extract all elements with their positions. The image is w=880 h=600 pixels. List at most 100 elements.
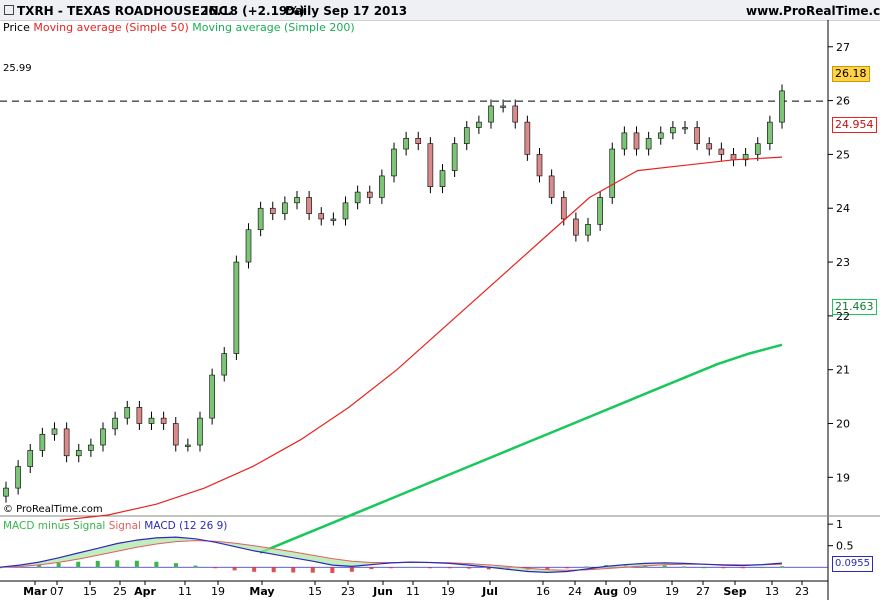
candle	[754, 143, 761, 155]
macd-hist-bar	[740, 567, 745, 569]
candle	[500, 105, 506, 108]
x-tick-label: 27	[696, 585, 710, 598]
x-tick-label: 15	[308, 585, 322, 598]
candle	[670, 127, 676, 134]
candle	[27, 450, 34, 467]
macd-hist-bar	[330, 567, 335, 574]
macd-hist-bar	[389, 567, 393, 569]
macd-hist-bar	[56, 563, 61, 568]
x-tick-label: 09	[623, 585, 637, 598]
x-tick-label: 11	[406, 585, 420, 598]
candle	[694, 127, 700, 144]
ma50-line	[59, 156, 783, 521]
candle	[524, 121, 531, 155]
macd-hist-bar	[291, 567, 296, 573]
candle	[706, 143, 713, 150]
candle	[379, 175, 385, 198]
candle	[560, 197, 567, 220]
candle	[366, 191, 373, 198]
candle	[779, 90, 785, 123]
candle	[245, 229, 252, 263]
macd-hist-bar	[721, 567, 726, 569]
y-tick-label: 23	[836, 256, 850, 269]
x-tick-label: 23	[341, 585, 355, 598]
candle	[621, 132, 628, 150]
candle	[233, 261, 240, 354]
candle	[354, 191, 361, 204]
candle	[148, 417, 155, 424]
candle	[51, 428, 58, 435]
candle	[172, 423, 179, 446]
x-tick-label: 13	[765, 585, 779, 598]
x-tick-label: Jul	[481, 585, 498, 598]
x-tick-label: Apr	[134, 585, 156, 598]
candle	[767, 121, 773, 144]
macd-hist-bar	[780, 566, 784, 568]
ma200-line	[259, 343, 783, 554]
candle	[15, 466, 21, 489]
candle	[645, 137, 652, 150]
price-chart: 19 20 21 22 23 24 25 26 27 1 0.5 Mar 07 15 25 Apr 11 19 Ma…	[0, 20, 880, 600]
candle	[112, 417, 118, 430]
candle	[197, 417, 203, 446]
y-tick-label: 26	[836, 95, 850, 108]
candle	[657, 132, 664, 139]
x-tick-label: 07	[50, 585, 64, 598]
macd-hist-bar	[95, 560, 100, 568]
macd-hist-bar	[701, 567, 706, 569]
candle	[124, 407, 131, 419]
y-tick-label: 22	[836, 310, 850, 323]
candle	[342, 202, 349, 220]
macd-hist-bar	[428, 567, 433, 569]
macd-hist-bar	[134, 560, 139, 568]
candle	[682, 127, 688, 130]
candle	[318, 213, 325, 220]
candle	[185, 444, 191, 447]
macd-tick-label: 1	[836, 518, 843, 531]
x-tick-label: 15	[83, 585, 97, 598]
y-tick-label: 27	[836, 41, 850, 54]
candle	[3, 487, 9, 497]
macd-hist-bar	[193, 565, 198, 568]
macd-hist-bar	[369, 567, 374, 570]
candle	[573, 218, 579, 236]
macd-hist-bar	[232, 567, 237, 571]
macd-hist-bar	[447, 567, 452, 569]
x-tick-label: May	[249, 585, 274, 598]
x-tick-label: Sep	[723, 585, 746, 598]
candle	[548, 175, 555, 198]
macd-hist-bar	[408, 566, 413, 568]
macd-hist-bar	[310, 567, 315, 573]
candle	[597, 197, 603, 225]
candle	[403, 137, 409, 150]
candle	[160, 417, 167, 424]
y-tick-label: 25	[836, 148, 850, 161]
candle	[209, 374, 215, 419]
macd-hist-bar	[760, 567, 765, 569]
candle	[512, 105, 519, 123]
macd-hist-bar	[154, 561, 159, 568]
candle	[463, 127, 470, 144]
y-tick-label: 21	[836, 364, 850, 377]
x-tick-label: Jun	[372, 585, 393, 598]
candle	[63, 428, 70, 457]
candle	[451, 143, 458, 171]
candle	[585, 224, 591, 236]
candle	[488, 105, 494, 123]
macd-hist-bar	[662, 565, 667, 568]
candle	[269, 207, 276, 214]
macd-hist-bar	[173, 563, 178, 568]
candle	[294, 197, 300, 204]
candle	[730, 154, 737, 161]
candle	[306, 197, 312, 214]
candle	[75, 450, 82, 457]
candle	[39, 433, 46, 451]
candle	[88, 444, 94, 451]
macd-hist-bar	[213, 567, 218, 569]
macd-hist-bar	[252, 567, 257, 572]
macd-hist-bar	[564, 567, 569, 569]
macd-hist-bar	[584, 566, 589, 568]
macd-hist-bar	[115, 560, 120, 568]
x-tick-label: 19	[211, 585, 225, 598]
x-tick-label: Aug	[594, 585, 618, 598]
